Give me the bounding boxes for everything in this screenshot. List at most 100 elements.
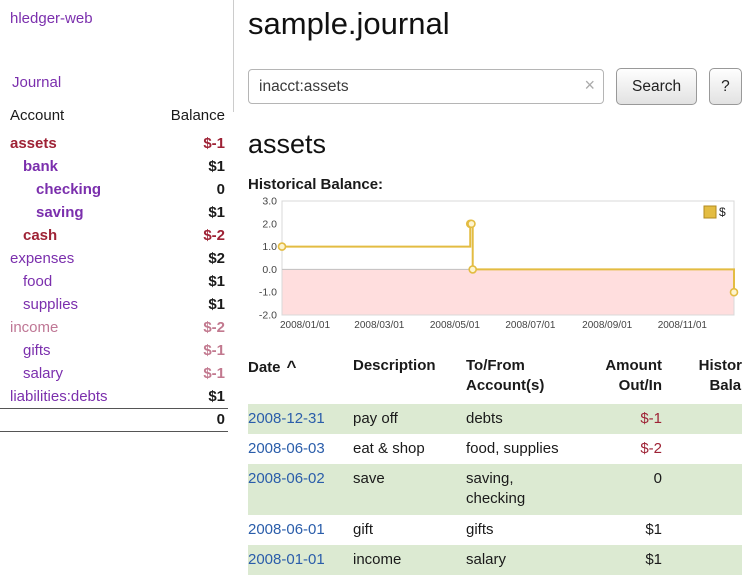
sort-ascending-icon: ^: [287, 357, 297, 376]
account-balance: $-1: [114, 132, 228, 155]
transaction-date-cell: 2008-12-31: [248, 404, 353, 434]
account-link[interactable]: liabilities:debts: [10, 388, 108, 405]
svg-text:3.0: 3.0: [262, 196, 277, 208]
transaction-description: gift: [353, 515, 466, 545]
account-balance: 0: [114, 178, 228, 201]
account-balance: $1: [114, 293, 228, 316]
app-brand-link[interactable]: hledger-web: [10, 10, 240, 27]
account-row: income $-2: [0, 316, 228, 339]
account-balance: $-1: [114, 362, 228, 385]
account-row: saving $1: [0, 201, 228, 224]
transaction-amount: $-1: [582, 404, 665, 434]
register-row: 2008-06-02 savesaving, checking0$2: [248, 464, 742, 515]
account-balance: $-2: [114, 224, 228, 247]
account-link[interactable]: gifts: [23, 342, 51, 359]
transaction-accounts: salary: [466, 545, 582, 575]
transaction-accounts: food, supplies: [466, 434, 582, 464]
register-row: 2008-06-01giftgifts$1$2: [248, 515, 742, 545]
register-header-date-label: Date: [248, 359, 281, 376]
transaction-accounts: debts: [466, 404, 582, 434]
transaction-description: eat & shop: [353, 434, 466, 464]
register-header-balance: HistoricalBalance: [665, 352, 742, 404]
transaction-amount: $1: [582, 545, 665, 575]
account-row: liabilities:debts $1: [0, 385, 228, 409]
svg-text:-1.0: -1.0: [259, 287, 277, 299]
svg-text:2.0: 2.0: [262, 218, 277, 230]
account-row: salary $-1: [0, 362, 228, 385]
account-row: expenses $2: [0, 247, 228, 270]
account-row: gifts $-1: [0, 339, 228, 362]
accounts-table-body: assets$-1bank$1checking0saving$1cash$-2e…: [0, 132, 228, 409]
nav-journal-link[interactable]: Journal: [12, 74, 240, 91]
search-button[interactable]: Search: [616, 68, 697, 105]
accounts-total-row: 0: [0, 409, 228, 432]
svg-text:2008/05/01: 2008/05/01: [430, 320, 480, 331]
transaction-date-link[interactable]: 2008-12-31: [248, 410, 325, 427]
transaction-description: income: [353, 545, 466, 575]
transaction-date-link[interactable]: 2008-01-01: [248, 551, 325, 568]
account-link[interactable]: expenses: [10, 250, 74, 267]
account-row: bank $1: [0, 155, 228, 178]
account-balance: $-1: [114, 339, 228, 362]
search-input[interactable]: [248, 69, 604, 104]
search-box: ×: [248, 69, 604, 104]
account-balance: $1: [114, 385, 228, 409]
account-link[interactable]: assets: [10, 135, 57, 152]
search-bar: × Search ?: [248, 68, 740, 105]
transaction-balance: 0: [665, 434, 742, 464]
transaction-balance: $1: [665, 545, 742, 575]
register-row: 2008-06-03 eat & shopfood, supplies$-20: [248, 434, 742, 464]
transaction-date-link[interactable]: 2008-06-02: [248, 470, 325, 487]
account-row: supplies $1: [0, 293, 228, 316]
clear-search-icon[interactable]: ×: [584, 76, 595, 94]
account-balance: $-2: [114, 316, 228, 339]
accounts-header-row: Account Balance: [0, 105, 228, 132]
register-table: Date^ Description To/FromAccount(s) Amou…: [248, 352, 742, 575]
account-link[interactable]: saving: [36, 204, 84, 221]
account-link[interactable]: checking: [36, 181, 101, 198]
account-balance: $2: [114, 247, 228, 270]
register-header-accounts: To/FromAccount(s): [466, 352, 582, 404]
account-link[interactable]: bank: [23, 158, 58, 175]
sidebar: hledger-web Journal Account Balance asse…: [0, 0, 240, 432]
account-heading: assets: [248, 129, 740, 160]
register-row: 2008-12-31pay offdebts$-1$-1: [248, 404, 742, 434]
account-link[interactable]: salary: [23, 365, 63, 382]
svg-text:2008/01/01: 2008/01/01: [280, 320, 330, 331]
account-row: food$1: [0, 270, 228, 293]
accounts-total-balance: 0: [114, 409, 228, 432]
account-link[interactable]: supplies: [23, 296, 78, 313]
account-link[interactable]: income: [10, 319, 58, 336]
historical-balance-label: Historical Balance:: [248, 176, 740, 193]
svg-text:$: $: [719, 205, 726, 219]
transaction-date-link[interactable]: 2008-06-01: [248, 521, 325, 538]
transaction-date-link[interactable]: 2008-06-03: [248, 440, 325, 457]
register-header-date[interactable]: Date ^: [248, 352, 353, 404]
svg-text:0.0: 0.0: [262, 264, 277, 276]
register-row: 2008-01-01incomesalary$1$1: [248, 545, 742, 575]
register-header-amount: AmountOut/In: [582, 352, 665, 404]
help-button[interactable]: ?: [709, 68, 742, 105]
historical-balance-chart: 3.02.01.00.0-1.0-2.02008/01/012008/03/01…: [248, 195, 740, 337]
transaction-date-cell: 2008-06-03: [248, 434, 353, 464]
account-balance: $1: [114, 155, 228, 178]
transaction-accounts: saving, checking: [466, 464, 582, 515]
page-title: sample.journal: [248, 6, 740, 42]
transaction-description: save: [353, 464, 466, 515]
accounts-header-balance: Balance: [114, 105, 228, 132]
svg-text:2008/03/01: 2008/03/01: [354, 320, 404, 331]
svg-text:2008/11/01: 2008/11/01: [658, 320, 708, 331]
transaction-amount: $-2: [582, 434, 665, 464]
account-balance: $1: [114, 201, 228, 224]
register-table-body: 2008-12-31pay offdebts$-1$-1 2008-06-03 ea…: [248, 404, 742, 576]
account-row: cash $-2: [0, 224, 228, 247]
transaction-amount: $1: [582, 515, 665, 545]
transaction-balance: $2: [665, 464, 742, 515]
main-content: sample.journal × Search ? assets Histori…: [248, 0, 740, 575]
account-link[interactable]: food: [23, 273, 52, 290]
account-row: assets $-1: [0, 132, 228, 155]
account-link[interactable]: cash: [23, 227, 57, 244]
svg-text:2008/07/01: 2008/07/01: [505, 320, 555, 331]
transaction-amount: 0: [582, 464, 665, 515]
account-row: checking 0: [0, 178, 228, 201]
